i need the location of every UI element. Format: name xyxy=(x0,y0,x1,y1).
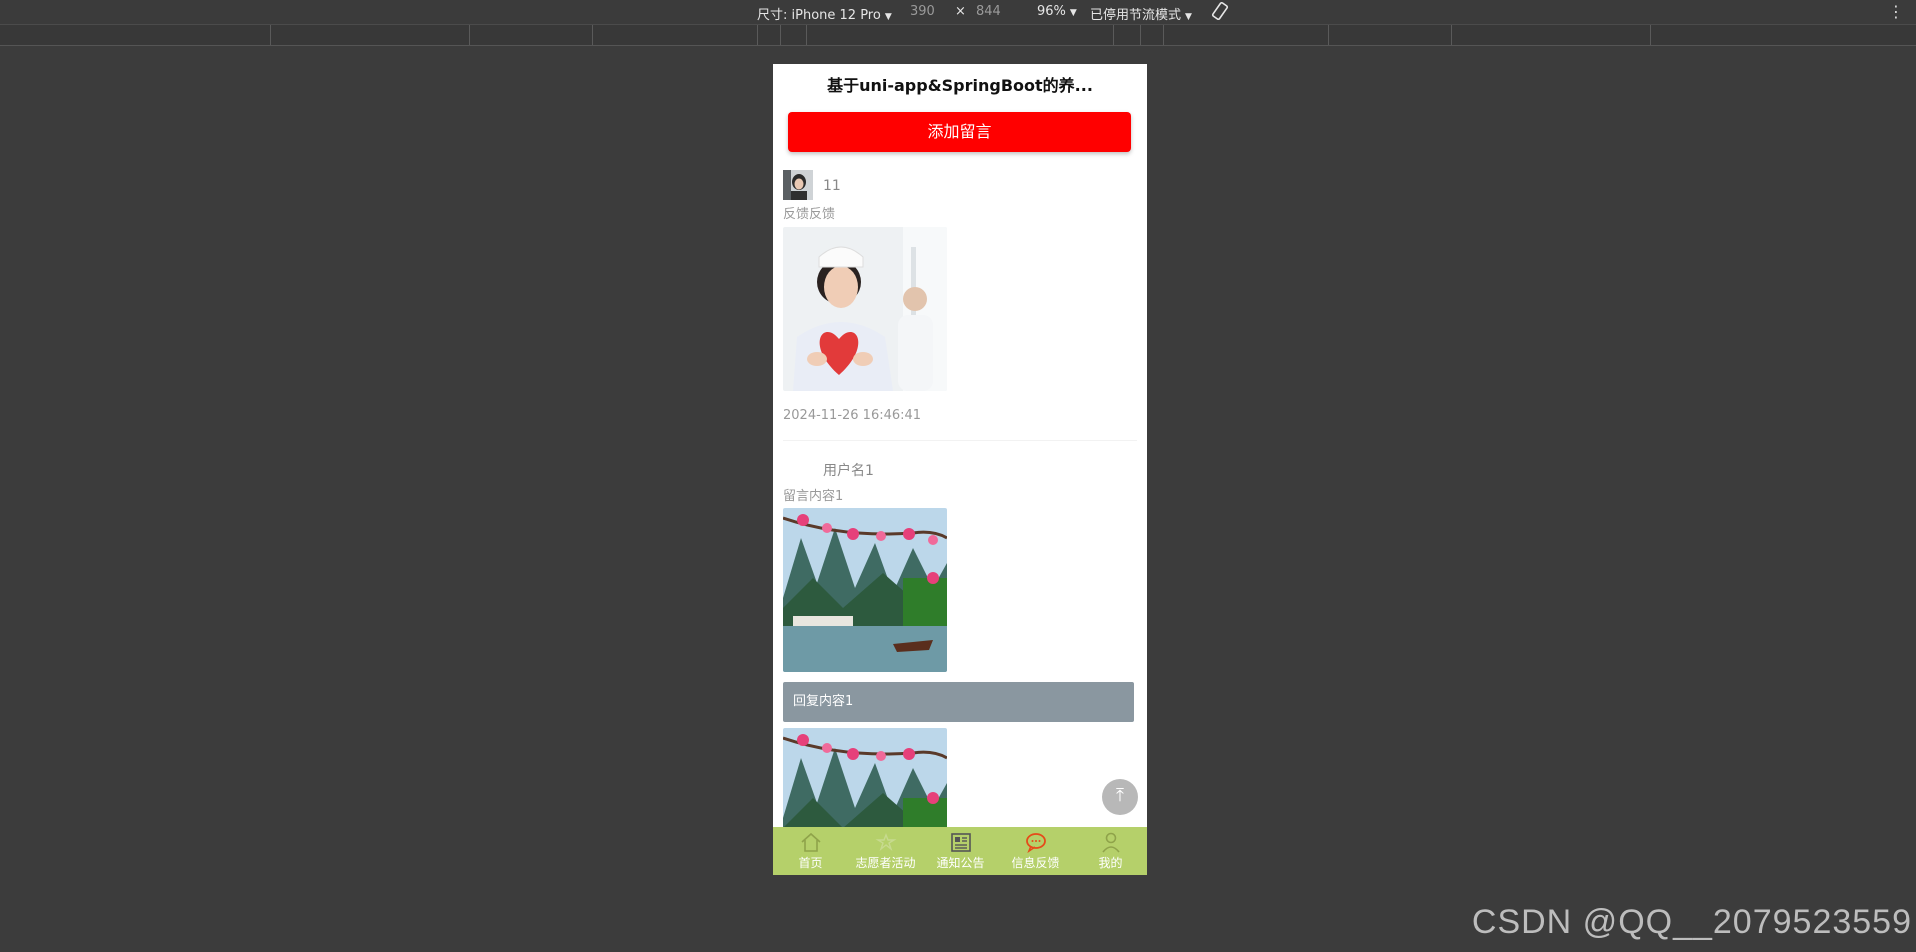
media-query-ruler xyxy=(0,24,1916,46)
viewport-width-input[interactable]: 390 xyxy=(910,4,935,19)
device-select[interactable]: 尺寸: iPhone 12 Pro ▼ xyxy=(757,4,892,23)
viewport-height-input[interactable]: 844 xyxy=(976,4,1001,19)
more-menu-icon[interactable]: ⋮ xyxy=(1888,2,1904,21)
message-content: 留言内容1 xyxy=(783,489,844,504)
message-time: 2024-11-26 16:46:41 xyxy=(783,408,922,423)
tab-bar: 首页 志愿者活动 通知公告 信息反馈 我的 xyxy=(773,827,1147,875)
device-label: 尺寸: iPhone 12 Pro xyxy=(757,8,881,23)
tab-label: 首页 xyxy=(798,856,823,870)
message-item[interactable]: 用户名1 留言内容1 回复内容1 xyxy=(783,452,1137,875)
username: 11 xyxy=(823,178,841,194)
tab-volunteer[interactable]: 志愿者活动 xyxy=(848,827,923,875)
rotate-icon[interactable] xyxy=(1210,1,1230,25)
page-title: 基于uni-app&SpringBoot的养... xyxy=(827,76,1093,95)
back-to-top-button[interactable]: ⤒ xyxy=(1102,779,1138,815)
tab-feedback[interactable]: 信息反馈 xyxy=(998,827,1073,875)
home-icon xyxy=(800,832,821,852)
message-image[interactable] xyxy=(783,227,947,391)
tab-label: 我的 xyxy=(1098,856,1123,870)
tab-mine[interactable]: 我的 xyxy=(1073,827,1147,875)
dropdown-icon: ▼ xyxy=(884,12,892,22)
add-message-button[interactable]: 添加留言 xyxy=(788,112,1131,152)
tab-label: 志愿者活动 xyxy=(855,856,916,870)
avatar xyxy=(783,170,813,200)
tab-label: 信息反馈 xyxy=(1011,856,1060,870)
dropdown-icon: ▼ xyxy=(1069,8,1077,18)
tab-home[interactable]: 首页 xyxy=(773,827,848,875)
user-icon xyxy=(1101,832,1120,853)
phone-viewport: 基于uni-app&SpringBoot的养... 添加留言 11 反馈反馈 2… xyxy=(773,64,1147,875)
devtools-toolbar: 尺寸: iPhone 12 Pro ▼ 390 × 844 96% ▼ 已停用节流模… xyxy=(0,0,1916,24)
news-icon xyxy=(950,833,971,852)
message-item[interactable]: 11 反馈反馈 2024-11-26 16:46:41 xyxy=(783,170,1137,490)
username: 用户名1 xyxy=(823,463,874,479)
divider xyxy=(783,440,1137,441)
times-sign: × xyxy=(955,4,966,19)
watermark: CSDN @QQ__2079523559 xyxy=(1471,903,1912,941)
message-content: 反馈反馈 xyxy=(783,207,836,222)
throttle-select[interactable]: 已停用节流模式 ▼ xyxy=(1090,4,1192,23)
dropdown-icon: ▼ xyxy=(1185,12,1192,22)
activity-icon xyxy=(874,833,897,852)
avatar xyxy=(783,452,813,482)
chat-icon xyxy=(1025,833,1046,853)
message-image[interactable] xyxy=(783,508,947,672)
reply-box: 回复内容1 xyxy=(783,682,1134,722)
zoom-label: 96% xyxy=(1037,4,1066,19)
arrow-up-icon: ⤒ xyxy=(1116,785,1124,806)
throttle-label: 已停用节流模式 xyxy=(1090,8,1182,23)
tab-notice[interactable]: 通知公告 xyxy=(923,827,998,875)
zoom-select[interactable]: 96% ▼ xyxy=(1037,4,1077,19)
tab-label: 通知公告 xyxy=(936,856,985,870)
